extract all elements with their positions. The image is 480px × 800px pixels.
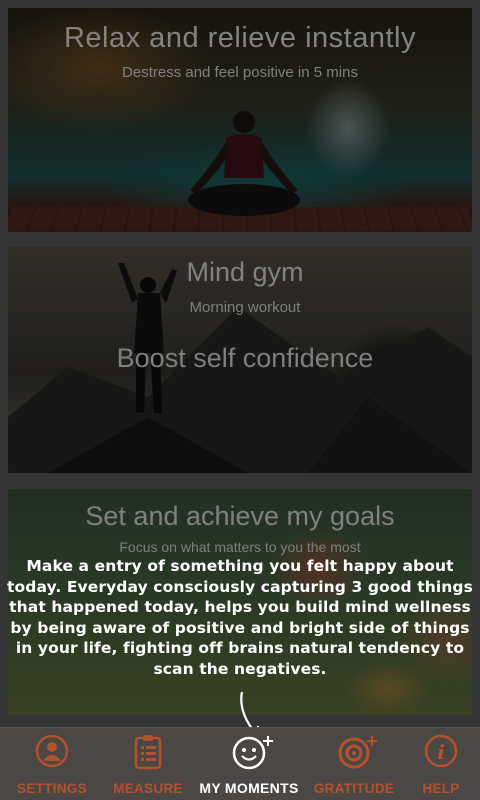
- tab-my-moments-label: MY MOMENTS: [199, 780, 299, 796]
- tab-help-label: HELP: [422, 781, 460, 796]
- tab-gratitude[interactable]: GRATITUDE: [306, 728, 402, 800]
- tab-measure[interactable]: MEASURE: [104, 728, 192, 800]
- relax-card-subtitle: Destress and feel positive in 5 mins: [122, 64, 358, 81]
- goals-card-title: Set and achieve my goals: [85, 501, 395, 531]
- coach-mark-text: Make a entry of something you felt happy…: [7, 557, 473, 678]
- bottom-tab-bar: SETTINGS MEASURE MY MOMENTS GRATITUDE i …: [0, 727, 480, 800]
- info-icon: i: [424, 734, 458, 768]
- relax-card-title: Relax and relieve instantly: [63, 22, 416, 54]
- tab-measure-label: MEASURE: [113, 781, 183, 796]
- tab-help[interactable]: i HELP: [402, 728, 480, 800]
- mind-gym-card-caption: Boost self confidence: [116, 343, 374, 373]
- tab-my-moments[interactable]: MY MOMENTS: [192, 728, 306, 800]
- mind-gym-card[interactable]: Mind gym Morning workout Boost self conf…: [8, 247, 472, 473]
- relax-card[interactable]: Relax and relieve instantly Destress and…: [8, 8, 472, 232]
- tab-settings[interactable]: SETTINGS: [0, 728, 104, 800]
- person-icon: [35, 734, 69, 768]
- tab-settings-label: SETTINGS: [17, 781, 87, 796]
- mind-gym-card-title: Mind gym: [186, 257, 304, 287]
- target-plus-icon: [338, 736, 377, 769]
- svg-text:i: i: [437, 740, 445, 764]
- tab-gratitude-label: GRATITUDE: [313, 781, 395, 796]
- clipboard-icon: [134, 735, 162, 770]
- goals-card-subtitle: Focus on what matters to you the most: [119, 539, 361, 555]
- mind-gym-card-subtitle: Morning workout: [189, 299, 301, 316]
- smiley-plus-icon: [232, 736, 273, 770]
